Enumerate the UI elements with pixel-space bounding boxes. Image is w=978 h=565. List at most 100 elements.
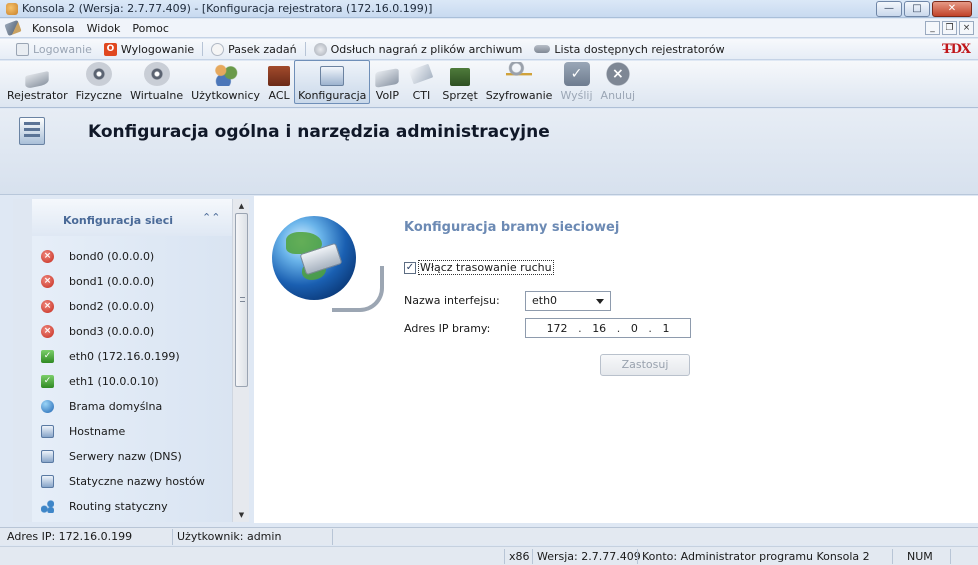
error-icon: × [41, 274, 54, 288]
scrollbar-thumb[interactable] [235, 213, 248, 387]
menu-konsola[interactable]: Konsola [26, 22, 81, 35]
nav-item-label: Serwery nazw (DNS) [69, 449, 182, 463]
nav-item-label: eth0 (172.16.0.199) [69, 349, 180, 363]
status-arch: x86 [509, 550, 530, 563]
close-button[interactable]: ✕ [932, 1, 972, 17]
recorder-list-icon [534, 45, 551, 53]
status-separator [950, 549, 951, 564]
nav-item-bond3[interactable]: × bond3 (0.0.0.0) [41, 322, 154, 340]
window-title-bar[interactable]: Konsola 2 (Wersja: 2.7.77.409) - [Konfig… [0, 0, 978, 18]
ip-dot: . [616, 321, 621, 335]
login-icon [16, 42, 29, 56]
cancel-icon: × [604, 62, 631, 86]
toolbar-separator [202, 42, 204, 56]
toolbar-szyfrowanie-button[interactable]: Szyfrowanie [482, 59, 557, 104]
routing-checkbox-label[interactable]: Włącz trasowanie ruchu [418, 260, 554, 275]
toolbar-voip-button[interactable]: VoIP [370, 59, 404, 104]
toolbar-anuluj-button[interactable]: × Anuluj [597, 59, 640, 104]
toolbar-wyslij-button[interactable]: ✓ Wyślij [556, 59, 596, 104]
interface-select[interactable]: eth0 [525, 291, 611, 311]
check-icon: ✓ [41, 374, 54, 388]
toolbar-label: Szyfrowanie [485, 89, 553, 102]
archive-playback-label: Odsłuch nagrań z plików archiwum [330, 42, 523, 56]
nav-item-hostname[interactable]: Hostname [41, 422, 125, 440]
chevron-down-icon [596, 299, 604, 304]
toolbar-separator [304, 42, 306, 56]
chevron-up-double-icon[interactable]: ⌃⌃ [202, 211, 220, 225]
toolbar-sprzet-button[interactable]: Sprzęt [438, 61, 481, 104]
nav-item-default-gateway[interactable]: Brama domyślna [41, 397, 162, 415]
page-header: Konfiguracja ogólna i narzędzia administ… [0, 109, 978, 195]
virtual-channels-icon [143, 62, 170, 86]
apply-button[interactable]: Zastosuj [600, 354, 690, 376]
nav-item-label: Statyczne nazwy hostów [69, 474, 205, 488]
nav-group-title: Konfiguracja sieci [63, 214, 174, 227]
globe-icon [41, 399, 54, 413]
toolbar-uzytkownicy-button[interactable]: Użytkownicy [187, 59, 264, 104]
nav-item-static-routing[interactable]: Routing statyczny [41, 497, 168, 515]
error-icon: × [41, 324, 54, 338]
toolbar-cti-button[interactable]: CTI [404, 59, 438, 104]
mdi-close-button[interactable]: × [959, 21, 974, 35]
logout-button[interactable]: O Wylogowanie [98, 42, 200, 56]
recorders-list-button[interactable]: Lista dostępnych rejestratorów [528, 43, 730, 56]
toolbar-konfiguracja-button[interactable]: Konfiguracja [294, 60, 371, 104]
nav-item-dns[interactable]: Serwery nazw (DNS) [41, 447, 182, 465]
mdi-minimize-button[interactable]: _ [925, 21, 940, 35]
config-icon [41, 449, 54, 463]
acl-icon [268, 66, 291, 86]
toolbar-label: Fizyczne [75, 89, 123, 102]
section-title: Konfiguracja bramy sieciowej [404, 220, 620, 235]
nav-item-eth0[interactable]: ✓ eth0 (172.16.0.199) [41, 347, 180, 365]
nav-item-static-hosts[interactable]: Statyczne nazwy hostów [41, 472, 205, 490]
nav-item-label: Brama domyślna [69, 399, 163, 413]
app-icon [6, 2, 18, 15]
network-cable-icon [332, 266, 384, 312]
left-nav-panel: Konfiguracja sieci ⌃⌃ × bond0 (0.0.0.0) … [13, 199, 249, 522]
minimize-button[interactable]: — [876, 1, 902, 17]
scroll-up-arrow-icon[interactable]: ▲ [233, 199, 250, 213]
routing-checkbox[interactable]: ✓ [404, 261, 416, 274]
maximize-button[interactable]: □ [904, 1, 930, 17]
status-bar-bottom: x86 Wersja: 2.7.77.409 Konto: Administra… [0, 546, 978, 565]
nav-group-header[interactable]: Konfiguracja sieci ⌃⌃ [32, 199, 234, 236]
toolbar-wirtualne-button[interactable]: Wirtualne [126, 59, 187, 104]
encryption-icon [506, 62, 533, 86]
scroll-down-arrow-icon[interactable]: ▼ [233, 508, 250, 522]
archive-playback-button[interactable]: Odsłuch nagrań z plików archiwum [308, 42, 529, 56]
toolbar-label: Sprzęt [442, 89, 478, 102]
brand-logo: T̶DX [941, 42, 971, 57]
mdi-restore-button[interactable]: ❐ [942, 21, 957, 35]
ip-octet-2[interactable]: 16 [592, 322, 606, 335]
error-icon: × [41, 249, 54, 263]
ip-octet-1[interactable]: 172 [547, 322, 568, 335]
taskbar-button[interactable]: Pasek zadań [205, 42, 302, 56]
login-label: Logowanie [33, 42, 92, 56]
menu-widok[interactable]: Widok [81, 22, 127, 35]
toolbar-fizyczne-button[interactable]: Fizyczne [72, 59, 126, 104]
gateway-ip-input[interactable]: 172 . 16 . 0 . 1 [525, 318, 691, 338]
toolbar-acl-button[interactable]: ACL [264, 60, 294, 104]
ip-dot: . [578, 321, 582, 335]
ip-octet-3[interactable]: 0 [631, 322, 638, 335]
toolbar-rejestrator-button[interactable]: Rejestrator [3, 59, 72, 104]
nav-scrollbar[interactable]: ▲ ▼ [232, 199, 249, 522]
nav-item-eth1[interactable]: ✓ eth1 (10.0.0.10) [41, 372, 159, 390]
routing-checkbox-row[interactable]: ✓ Włącz trasowanie ruchu [404, 260, 554, 275]
nav-item-label: Routing statyczny [69, 499, 168, 513]
mdi-controls: _ ❐ × [925, 21, 974, 35]
config-icon [41, 424, 54, 438]
nav-item-bond2[interactable]: × bond2 (0.0.0.0) [41, 297, 154, 315]
taskbar-label: Pasek zadań [228, 42, 297, 56]
status-bar-top: Adres IP: 172.16.0.199 Użytkownik: admin [0, 527, 978, 545]
nav-item-bond0[interactable]: × bond0 (0.0.0.0) [41, 247, 154, 265]
routing-icon [41, 499, 54, 513]
cti-icon [409, 63, 434, 85]
nav-item-bond1[interactable]: × bond1 (0.0.0.0) [41, 272, 154, 290]
ip-octet-4[interactable]: 1 [662, 322, 669, 335]
login-button[interactable]: Logowanie [10, 42, 98, 56]
interface-label: Nazwa interfejsu: [404, 294, 500, 307]
mdi-document-icon[interactable] [4, 19, 22, 37]
menu-pomoc[interactable]: Pomoc [126, 22, 174, 35]
status-version: Wersja: 2.7.77.409 [537, 550, 641, 563]
